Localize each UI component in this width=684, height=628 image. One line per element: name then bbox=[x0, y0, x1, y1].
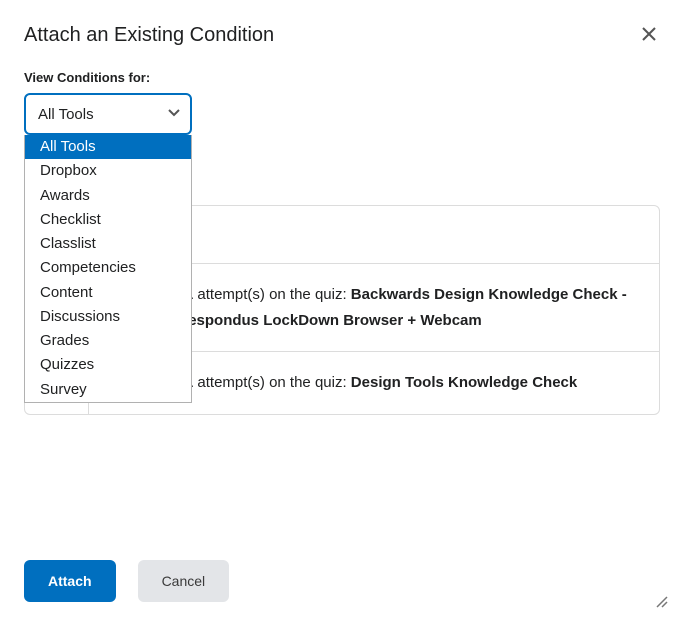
attach-condition-dialog: Attach an Existing Condition View Condit… bbox=[0, 0, 684, 628]
tool-dropdown-item[interactable]: Dropbox bbox=[25, 159, 191, 183]
dialog-header: Attach an Existing Condition bbox=[24, 22, 660, 48]
tool-dropdown-item[interactable]: Checklist bbox=[25, 208, 191, 232]
tool-dropdown-item[interactable]: Classlist bbox=[25, 232, 191, 256]
attach-button[interactable]: Attach bbox=[24, 560, 116, 602]
cancel-button[interactable]: Cancel bbox=[138, 560, 230, 602]
dialog-footer: Attach Cancel bbox=[24, 560, 229, 602]
tool-dropdown-item[interactable]: Discussions bbox=[25, 305, 191, 329]
tool-dropdown-item[interactable]: Grades bbox=[25, 329, 191, 353]
tool-select-value: All Tools bbox=[38, 106, 94, 123]
close-button[interactable] bbox=[638, 22, 660, 48]
tool-dropdown-item[interactable]: Awards bbox=[25, 184, 191, 208]
tool-dropdown-item[interactable]: Content bbox=[25, 281, 191, 305]
resize-grip-icon[interactable] bbox=[654, 594, 668, 608]
dialog-title: Attach an Existing Condition bbox=[24, 24, 274, 47]
tool-dropdown-list: All ToolsDropboxAwardsChecklistClasslist… bbox=[24, 135, 192, 403]
tool-select: All Tools All ToolsDropboxAwardsChecklis… bbox=[24, 93, 192, 135]
tool-dropdown-item[interactable]: Survey bbox=[25, 378, 191, 402]
tool-dropdown-item[interactable]: Competencies bbox=[25, 256, 191, 280]
chevron-down-icon bbox=[168, 109, 178, 119]
tool-dropdown-item[interactable]: All Tools bbox=[25, 135, 191, 159]
tool-select-trigger[interactable]: All Tools bbox=[24, 93, 192, 135]
tool-dropdown-item[interactable]: Quizzes bbox=[25, 353, 191, 377]
close-icon bbox=[642, 25, 656, 45]
view-conditions-label: View Conditions for: bbox=[24, 70, 660, 85]
